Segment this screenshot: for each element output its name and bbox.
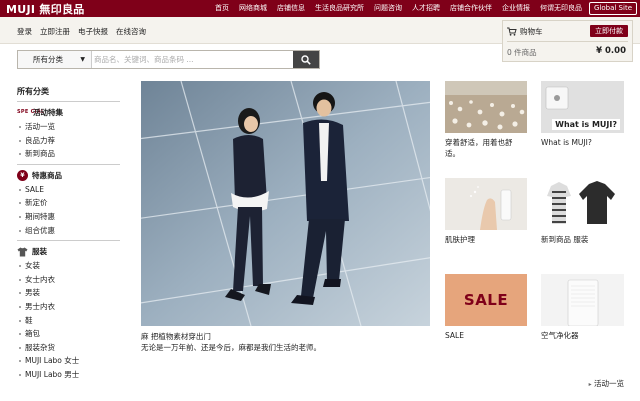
newsletter-link[interactable]: 电子快报 (78, 26, 108, 37)
sidebar-section-deals: ¥ 特惠商品 SALE 新定价 期间特惠 组合优惠 (17, 165, 120, 242)
sidebar-item-bundle[interactable]: 组合优惠 (17, 224, 120, 238)
nav-store-info[interactable]: 店铺信息 (277, 3, 305, 13)
sidebar-heading-label: 活动特集 (33, 108, 63, 117)
cart-divider (507, 41, 628, 42)
chevron-down-icon: ▼ (80, 56, 85, 63)
search-bar: 所有分类 ▼ (17, 50, 320, 69)
sidebar-item-sale[interactable]: SALE (17, 183, 120, 197)
nav-careers[interactable]: 人才招聘 (412, 3, 440, 13)
tile-new-apparel-image[interactable] (541, 178, 624, 230)
tile-about-label[interactable]: What is MUJI? (541, 137, 592, 148)
sidebar-item-womens[interactable]: 女装 (17, 259, 120, 273)
search-input[interactable] (94, 52, 290, 67)
nav-online-store[interactable]: 网络商城 (239, 3, 267, 13)
category-sidebar: 所有分类 SPE CIAL 活动特集 活动一览 良品力荐 新到商品 ¥ 特惠商品… (17, 86, 120, 385)
special-icon: SPE CIAL (17, 109, 45, 115)
cart-panel[interactable]: 购物车 立即付款 0 件商品 ¥ 0.00 (502, 20, 633, 62)
tile-about-image[interactable]: What is MUJI? (541, 81, 624, 133)
top-nav: 首页 网络商城 店铺信息 生活良品研究所 问题咨询 人才招聘 店铺合作伙伴 企业… (215, 3, 582, 13)
search-category-select[interactable]: 所有分类 ▼ (18, 51, 92, 68)
sidebar-item-womens-underwear[interactable]: 女士内衣 (17, 273, 120, 287)
shirt-icon (17, 247, 28, 257)
tile-about-overlay-text: What is MUJI? (552, 119, 620, 130)
tile-air-purifier-label[interactable]: 空气净化器 (541, 330, 579, 341)
hero-subtitle: 无论是一万年前、还是今后，麻都是我们生活的老师。 (141, 343, 321, 352)
tile-sale-label[interactable]: SALE (445, 330, 464, 341)
sidebar-item-accessories[interactable]: 服装杂货 (17, 341, 120, 355)
sidebar-item-mens[interactable]: 男装 (17, 286, 120, 300)
account-links: 登录 立即注册 电子快报 在线咨询 (17, 26, 146, 37)
tile-skincare-label[interactable]: 肌肤护理 (445, 234, 475, 245)
hero-title: 麻 把植物素材穿出门 (141, 332, 211, 341)
checkout-button[interactable]: 立即付款 (590, 25, 628, 37)
sidebar-item-new[interactable]: 新到商品 (17, 147, 120, 161)
nav-home[interactable]: 首页 (215, 3, 229, 13)
top-bar: MUJI 無印良品 首页 网络商城 店铺信息 生活良品研究所 问题咨询 人才招聘… (0, 0, 640, 17)
sidebar-item-labo-men[interactable]: MUJI Labo 男士 (17, 368, 120, 382)
hero-photo (141, 81, 430, 326)
events-list-link[interactable]: ▸ 活动一览 (589, 378, 624, 389)
sidebar-item-events[interactable]: 活动一览 (17, 120, 120, 134)
sidebar-item-limited[interactable]: 期间特惠 (17, 210, 120, 224)
login-link[interactable]: 登录 (17, 26, 32, 37)
sidebar-item-shoes[interactable]: 鞋 (17, 314, 120, 328)
nav-about[interactable]: 何谓无印良品 (540, 3, 582, 13)
sidebar-heading-apparel[interactable]: 服装 (17, 244, 120, 259)
sidebar-item-mens-underwear[interactable]: 男士内衣 (17, 300, 120, 314)
nav-lab[interactable]: 生活良品研究所 (315, 3, 364, 13)
yen-icon: ¥ (17, 169, 28, 181)
tile-cotton-label[interactable]: 穿着舒适，用着也舒适。 (445, 137, 527, 159)
search-icon (301, 54, 311, 65)
tile-skincare-image[interactable] (445, 178, 527, 230)
nav-faq[interactable]: 问题咨询 (374, 3, 402, 13)
sidebar-heading-label: 特惠商品 (32, 170, 62, 180)
cotton-field-photo (445, 81, 527, 133)
sidebar-heading-special[interactable]: SPE CIAL 活动特集 (17, 105, 120, 120)
muji-logo[interactable]: MUJI 無印良品 (6, 1, 85, 17)
sidebar-section-apparel: 服装 女装 女士内衣 男装 男士内衣 鞋 箱包 服装杂货 MUJI Labo 女… (17, 241, 120, 384)
register-link[interactable]: 立即注册 (40, 26, 70, 37)
skincare-photo (445, 178, 527, 230)
nav-partners[interactable]: 店铺合作伙伴 (450, 3, 492, 13)
chevron-right-icon: ▸ (588, 381, 592, 388)
hero-caption[interactable]: 麻 把植物素材穿出门 无论是一万年前、还是今后，麻都是我们生活的老师。 (141, 331, 321, 353)
cart-header: 购物车 (507, 26, 543, 37)
nav-corporate[interactable]: 企业情报 (502, 3, 530, 13)
sidebar-heading-deals[interactable]: ¥ 特惠商品 (17, 168, 120, 183)
tile-new-apparel-label[interactable]: 新到商品 服装 (541, 234, 588, 245)
cart-icon (507, 27, 517, 36)
sidebar-title: 所有分类 (17, 86, 120, 102)
tile-sale-overlay-text: SALE (463, 291, 509, 309)
events-list-label: 活动一览 (594, 379, 624, 388)
sidebar-section-special: SPE CIAL 活动特集 活动一览 良品力荐 新到商品 (17, 102, 120, 165)
online-support-link[interactable]: 在线咨询 (116, 26, 146, 37)
hero-banner[interactable] (141, 81, 430, 326)
global-site-button[interactable]: Global Site (589, 2, 637, 15)
tile-air-purifier-image[interactable] (541, 274, 624, 326)
cart-total: ¥ 0.00 (596, 46, 626, 56)
tile-cotton-image[interactable] (445, 81, 527, 133)
cart-label: 购物车 (520, 27, 543, 36)
cart-item-count: 0 件商品 (507, 48, 537, 57)
apparel-photo (541, 178, 624, 230)
tile-sale-image[interactable]: SALE (445, 274, 527, 326)
sidebar-item-new-price[interactable]: 新定价 (17, 196, 120, 210)
search-category-value: 所有分类 (33, 55, 63, 64)
sidebar-item-bags[interactable]: 箱包 (17, 327, 120, 341)
sidebar-item-labo-women[interactable]: MUJI Labo 女士 (17, 354, 120, 368)
sidebar-item-recommended[interactable]: 良品力荐 (17, 134, 120, 148)
sidebar-heading-label: 服装 (32, 247, 47, 257)
air-purifier-photo (541, 274, 624, 326)
search-button[interactable] (293, 51, 319, 68)
